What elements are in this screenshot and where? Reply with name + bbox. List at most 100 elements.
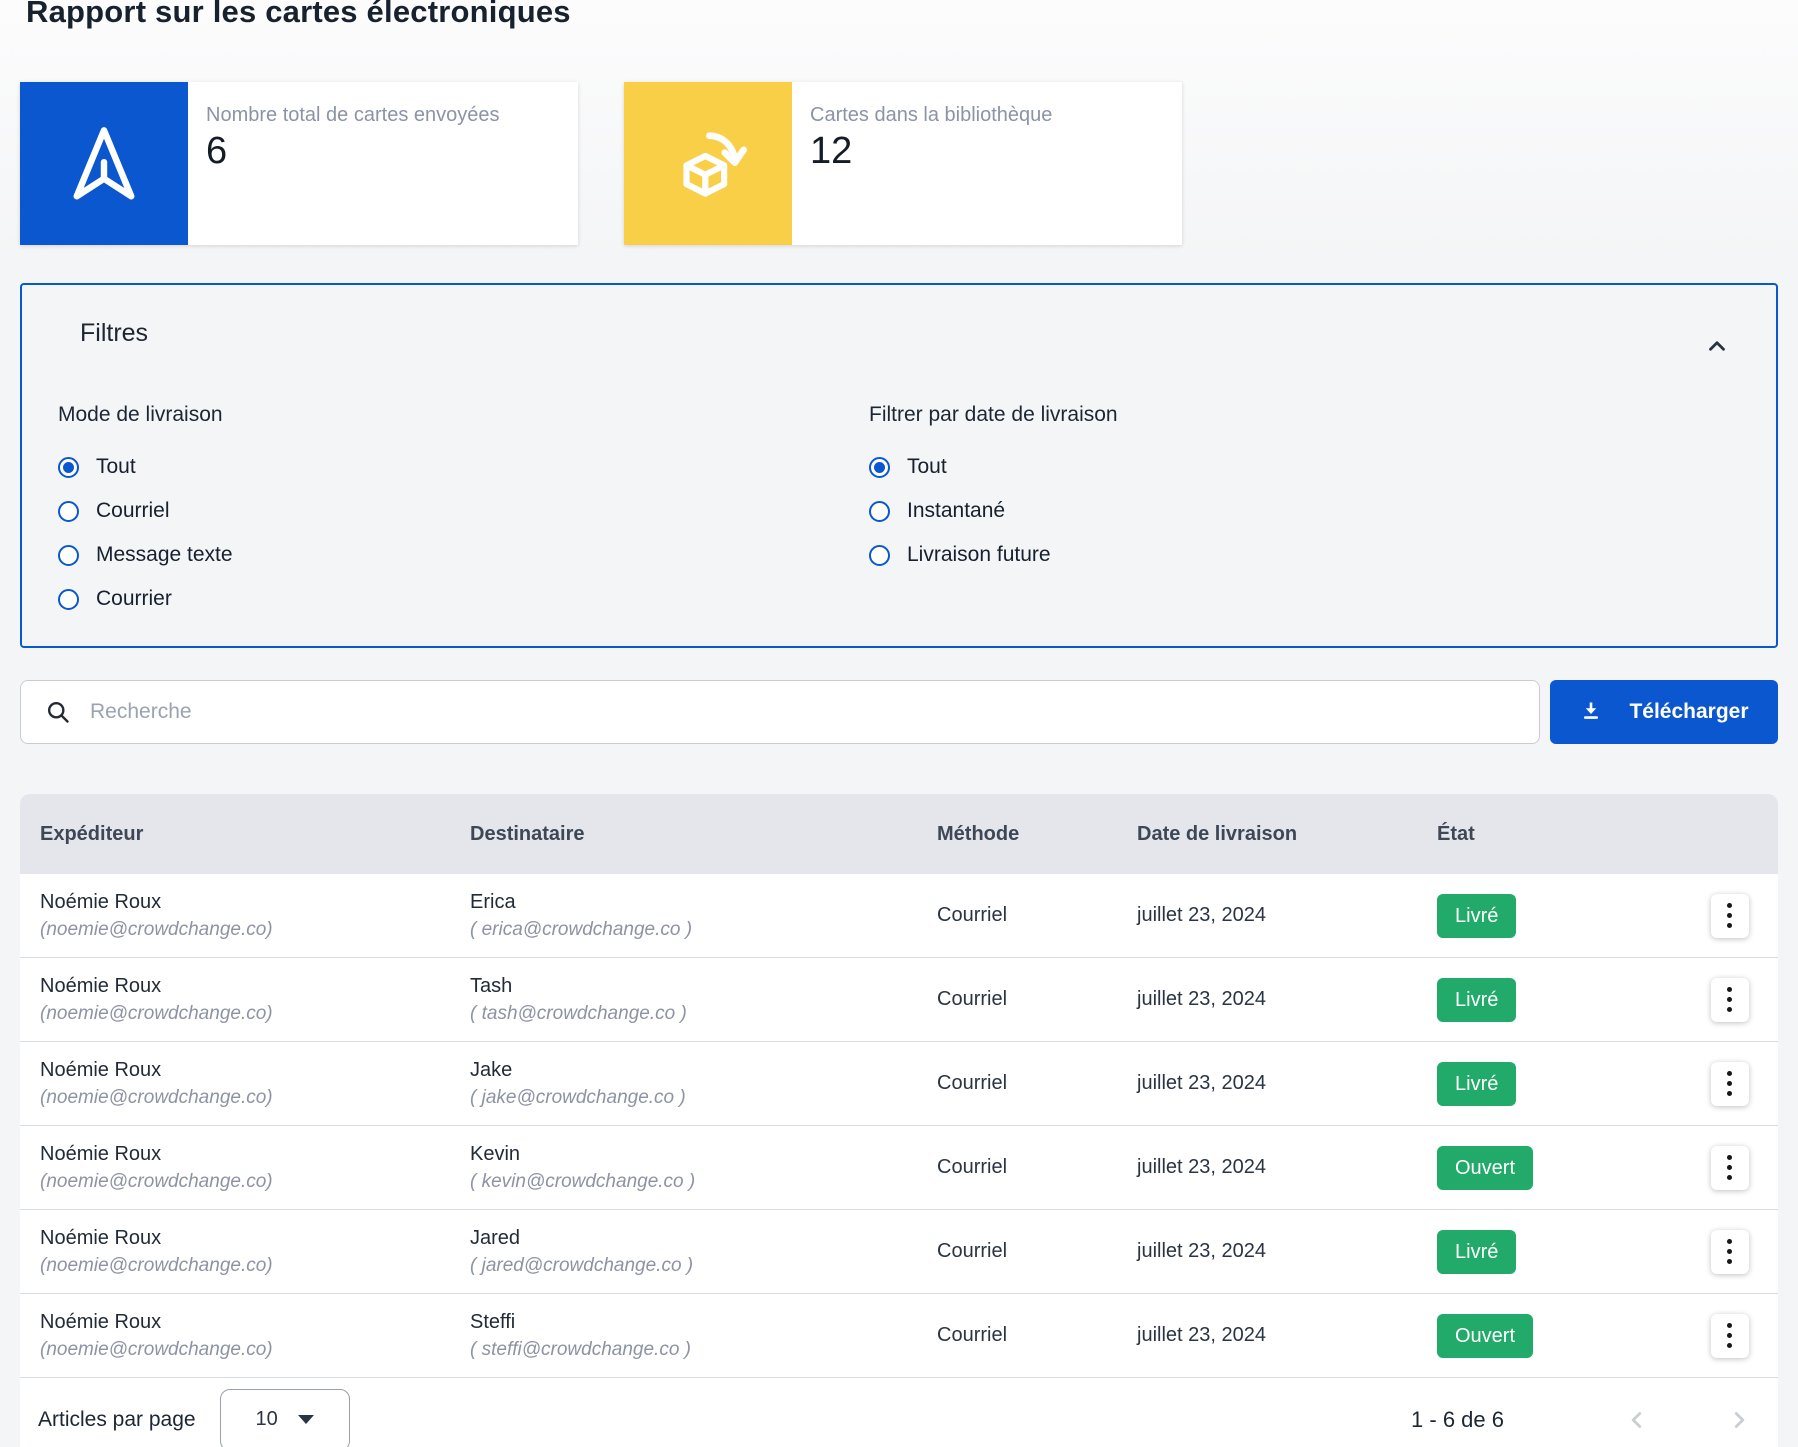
radio-option[interactable]: Tout: [869, 445, 1118, 489]
send-arrow-icon: [20, 82, 188, 245]
pagination-range: 1 - 6 de 6: [1411, 1407, 1504, 1433]
radio-option[interactable]: Instantané: [869, 489, 1118, 533]
stat-value: 6: [206, 130, 500, 173]
recipient-name: Steffi: [470, 1311, 915, 1334]
radio-option[interactable]: Courriel: [58, 489, 869, 533]
chevron-up-icon: [1704, 333, 1730, 359]
radio-option-label: Tout: [907, 455, 947, 479]
caret-down-icon: [298, 1415, 314, 1424]
method-cell: Courriel: [915, 1324, 1115, 1347]
chevron-right-icon: [1726, 1407, 1752, 1433]
radio-option-label: Tout: [96, 455, 136, 479]
status-badge: Livré: [1437, 978, 1516, 1022]
radio-option-label: Livraison future: [907, 543, 1051, 567]
sender-name: Noémie Roux: [40, 1311, 470, 1334]
status-badge: Livré: [1437, 1230, 1516, 1274]
table-header-row: Expéditeur Destinataire Méthode Date de …: [20, 794, 1778, 874]
radio-option[interactable]: Livraison future: [869, 533, 1118, 577]
radio-button-icon[interactable]: [58, 457, 79, 478]
column-header-delivery-date: Date de livraison: [1115, 823, 1415, 846]
recipient-name: Erica: [470, 891, 915, 914]
column-header-method: Méthode: [915, 823, 1115, 846]
chevron-left-icon: [1624, 1407, 1650, 1433]
row-actions-menu-button[interactable]: [1711, 1062, 1749, 1106]
sender-email: (noemie@crowdchange.co): [40, 919, 470, 941]
filters-panel: Filtres Mode de livraison Tout Courriel …: [20, 283, 1778, 648]
search-row: Télécharger: [20, 680, 1778, 744]
radio-button-icon[interactable]: [58, 589, 79, 610]
recipient-name: Kevin: [470, 1143, 915, 1166]
filter-group-label: Filtrer par date de livraison: [869, 403, 1118, 427]
column-header-sender: Expéditeur: [20, 823, 470, 846]
sender-name: Noémie Roux: [40, 975, 470, 998]
radio-option-label: Message texte: [96, 543, 233, 567]
recipient-email: ( jared@crowdchange.co ): [470, 1255, 915, 1277]
kebab-icon: [1727, 1323, 1732, 1348]
download-button[interactable]: Télécharger: [1550, 680, 1778, 744]
radio-option[interactable]: Tout: [58, 445, 869, 489]
radio-button-icon[interactable]: [58, 545, 79, 566]
collapse-filters-button[interactable]: [1694, 323, 1740, 369]
row-actions-menu-button[interactable]: [1711, 894, 1749, 938]
stat-card-cards-sent: Nombre total de cartes envoyées 6: [20, 82, 578, 245]
table-row: Noémie Roux (noemie@crowdchange.co) Jake…: [20, 1042, 1778, 1126]
search-box[interactable]: [20, 680, 1540, 744]
table-row: Noémie Roux (noemie@crowdchange.co) Tash…: [20, 958, 1778, 1042]
radio-option-label: Courrier: [96, 587, 172, 611]
table-row: Noémie Roux (noemie@crowdchange.co) Eric…: [20, 874, 1778, 958]
recipient-email: ( jake@crowdchange.co ): [470, 1087, 915, 1109]
radio-option-label: Instantané: [907, 499, 1005, 523]
column-header-recipient: Destinataire: [470, 823, 915, 846]
items-per-page-select[interactable]: 10: [220, 1389, 350, 1447]
kebab-icon: [1727, 1239, 1732, 1264]
stats-row: Nombre total de cartes envoyées 6 Cartes…: [20, 82, 1778, 245]
sender-email: (noemie@crowdchange.co): [40, 1171, 470, 1193]
row-actions-menu-button[interactable]: [1711, 1230, 1749, 1274]
download-button-label: Télécharger: [1629, 700, 1748, 724]
row-actions-menu-button[interactable]: [1711, 1146, 1749, 1190]
delivery-date-cell: juillet 23, 2024: [1115, 1156, 1415, 1179]
radio-button-icon[interactable]: [869, 457, 890, 478]
stat-label: Cartes dans la bibliothèque: [810, 104, 1052, 127]
radio-button-icon[interactable]: [58, 501, 79, 522]
ecards-table: Expéditeur Destinataire Méthode Date de …: [20, 794, 1778, 1447]
delivery-date-cell: juillet 23, 2024: [1115, 1072, 1415, 1095]
recipient-name: Tash: [470, 975, 915, 998]
next-page-button[interactable]: [1720, 1401, 1758, 1439]
delivery-date-cell: juillet 23, 2024: [1115, 988, 1415, 1011]
sender-email: (noemie@crowdchange.co): [40, 1087, 470, 1109]
table-row: Noémie Roux (noemie@crowdchange.co) Jare…: [20, 1210, 1778, 1294]
radio-option[interactable]: Message texte: [58, 533, 869, 577]
stat-label: Nombre total de cartes envoyées: [206, 104, 500, 127]
ecard-report-page: Rapport sur les cartes électroniques Nom…: [0, 0, 1798, 1447]
filter-group-label: Mode de livraison: [58, 403, 869, 427]
radio-button-icon[interactable]: [869, 501, 890, 522]
card-library-icon: [624, 82, 792, 245]
radio-option[interactable]: Courrier: [58, 577, 869, 621]
recipient-email: ( tash@crowdchange.co ): [470, 1003, 915, 1025]
kebab-icon: [1727, 987, 1732, 1012]
items-per-page-value: 10: [255, 1408, 277, 1431]
stat-card-cards-in-library: Cartes dans la bibliothèque 12: [624, 82, 1182, 245]
row-actions-menu-button[interactable]: [1711, 1314, 1749, 1358]
search-icon: [45, 699, 72, 726]
kebab-icon: [1727, 1155, 1732, 1180]
row-actions-menu-button[interactable]: [1711, 978, 1749, 1022]
filter-group-delivery-date: Filtrer par date de livraison Tout Insta…: [869, 403, 1118, 621]
page-title: Rapport sur les cartes électroniques: [26, 0, 1778, 30]
status-badge: Ouvert: [1437, 1314, 1533, 1358]
radio-option-label: Courriel: [96, 499, 170, 523]
recipient-email: ( erica@crowdchange.co ): [470, 919, 915, 941]
method-cell: Courriel: [915, 1072, 1115, 1095]
sender-email: (noemie@crowdchange.co): [40, 1255, 470, 1277]
stat-value: 12: [810, 130, 1052, 173]
delivery-date-cell: juillet 23, 2024: [1115, 1240, 1415, 1263]
table-row: Noémie Roux (noemie@crowdchange.co) Kevi…: [20, 1126, 1778, 1210]
filter-group-delivery-mode: Mode de livraison Tout Courriel Message …: [58, 403, 869, 621]
search-input[interactable]: [90, 700, 1539, 724]
previous-page-button[interactable]: [1618, 1401, 1656, 1439]
sender-name: Noémie Roux: [40, 1227, 470, 1250]
radio-button-icon[interactable]: [869, 545, 890, 566]
recipient-name: Jared: [470, 1227, 915, 1250]
sender-email: (noemie@crowdchange.co): [40, 1003, 470, 1025]
